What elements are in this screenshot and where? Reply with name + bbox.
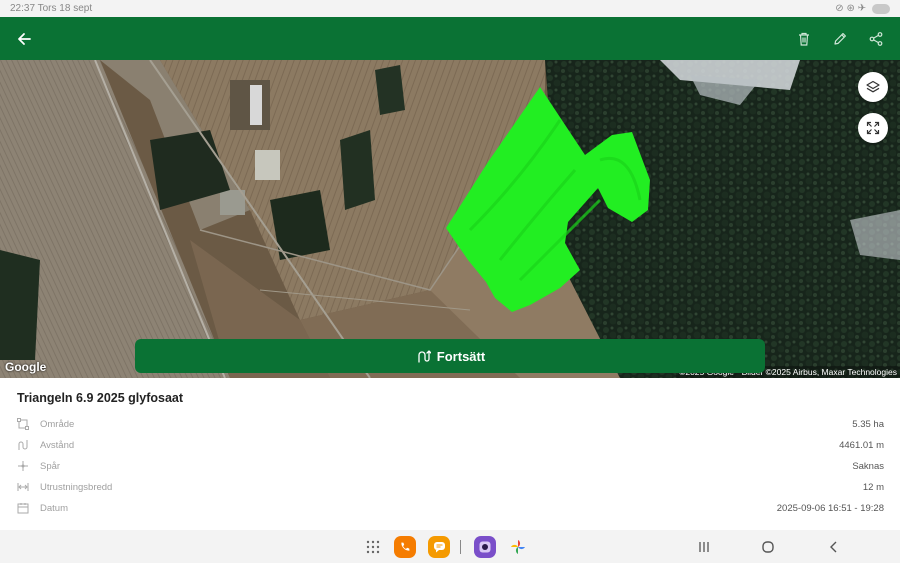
arrow-left-icon[interactable] (14, 29, 34, 49)
detail-label: Utrustningsbredd (40, 481, 113, 493)
detail-value: 12 m (862, 481, 884, 493)
layers-button[interactable] (858, 72, 888, 102)
status-time: 22:37 Tors 18 sept (10, 3, 93, 14)
satellite-map[interactable]: Google ©2025 Google · Bilder ©2025 Airbu… (0, 60, 900, 378)
detail-label: Datum (40, 502, 68, 514)
pencil-icon[interactable] (830, 29, 850, 49)
status-icons: ⊘ ⊛ ✈ (835, 3, 866, 14)
session-title: Triangeln 6.9 2025 glyfosaat (17, 391, 184, 405)
recents-button[interactable] (696, 535, 712, 559)
continue-label: Fortsätt (436, 348, 486, 364)
detail-row-width: Utrustningsbredd 12 m (16, 477, 884, 497)
trash-icon[interactable] (794, 29, 814, 49)
camera-icon (474, 536, 496, 558)
photos-app[interactable] (508, 535, 528, 559)
recents-icon (699, 542, 709, 552)
chevron-left-icon (830, 541, 837, 553)
width-icon (16, 480, 30, 494)
detail-row-area: Område 5.35 ha (16, 414, 884, 434)
detail-value: Saknas (852, 460, 884, 472)
pinwheel-icon (511, 540, 525, 554)
system-nav-bar (0, 530, 900, 563)
detail-row-track: Spår Saknas (16, 456, 884, 476)
detail-row-date: Datum 2025-09-06 16:51 - 19:28 (16, 498, 884, 518)
app-bar (0, 17, 900, 60)
calendar-icon (16, 501, 30, 515)
share-icon[interactable] (866, 29, 886, 49)
phone-app[interactable] (394, 535, 416, 559)
home-icon (762, 541, 774, 553)
battery-icon (872, 3, 890, 14)
dock-divider (460, 540, 461, 554)
grid-icon (366, 540, 380, 554)
fullscreen-button[interactable] (858, 113, 888, 143)
continue-button[interactable]: Fortsätt (135, 339, 765, 373)
home-button[interactable] (760, 535, 776, 559)
layers-icon (866, 80, 880, 93)
detail-value: 2025-09-06 16:51 - 19:28 (776, 502, 884, 514)
map-imagery (0, 60, 900, 378)
message-icon (428, 536, 450, 558)
route-icon (418, 350, 431, 363)
detail-row-distance: Avstånd 4461.01 m (16, 435, 884, 455)
app-drawer-button[interactable] (364, 535, 382, 559)
back-button[interactable] (826, 535, 842, 559)
fullscreen-icon (866, 121, 880, 135)
distance-icon (16, 438, 30, 452)
track-icon (16, 459, 30, 473)
google-logo: Google (5, 360, 47, 374)
session-details: Triangeln 6.9 2025 glyfosaat Område 5.35… (0, 378, 900, 530)
area-icon (16, 417, 30, 431)
detail-label: Avstånd (40, 439, 75, 451)
detail-value: 5.35 ha (852, 418, 884, 430)
detail-label: Område (40, 418, 75, 430)
detail-value: 4461.01 m (839, 439, 884, 451)
phone-icon (394, 536, 416, 558)
status-bar: 22:37 Tors 18 sept ⊘ ⊛ ✈ (0, 0, 900, 17)
messages-app[interactable] (428, 535, 450, 559)
camera-app[interactable] (474, 535, 496, 559)
detail-label: Spår (40, 460, 61, 472)
